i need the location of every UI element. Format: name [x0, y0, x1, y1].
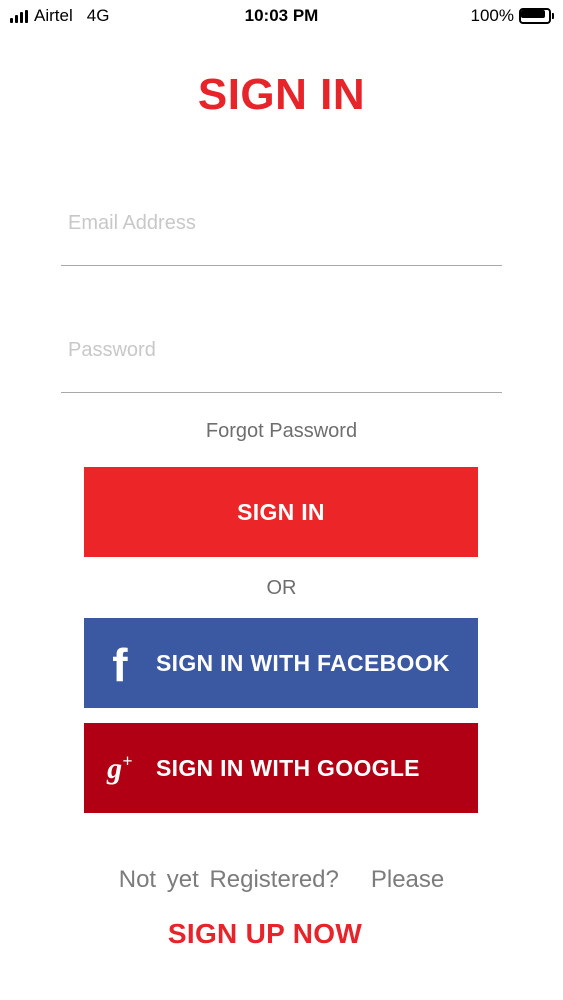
password-field-container — [61, 330, 502, 393]
facebook-icon: f — [112, 639, 128, 691]
battery-icon — [519, 8, 554, 24]
status-right: 100% — [470, 6, 554, 26]
or-divider: OR — [266, 577, 297, 599]
status-bar: Airtel 4G 10:03 PM 100% — [0, 0, 563, 32]
sign-up-link[interactable]: SIGN UP NOW — [0, 918, 530, 950]
password-input[interactable] — [61, 330, 502, 370]
forgot-password-link[interactable]: Forgot Password — [0, 420, 563, 443]
google-button-label: SIGN IN WITH GOOGLE — [156, 754, 420, 781]
page-title: SIGN IN — [197, 70, 366, 119]
email-field-container — [61, 203, 502, 266]
email-input[interactable] — [61, 203, 502, 243]
google-sign-in-button[interactable]: g+ SIGN IN WITH GOOGLE — [84, 723, 478, 813]
battery-percent: 100% — [470, 6, 514, 25]
facebook-sign-in-button[interactable]: f SIGN IN WITH FACEBOOK — [84, 618, 478, 708]
sign-in-button[interactable]: SIGN IN — [84, 467, 478, 557]
google-plus-icon: g+ — [107, 751, 133, 785]
facebook-button-label: SIGN IN WITH FACEBOOK — [156, 649, 450, 676]
not-registered-text: Not yet Registered? Please — [118, 866, 445, 893]
